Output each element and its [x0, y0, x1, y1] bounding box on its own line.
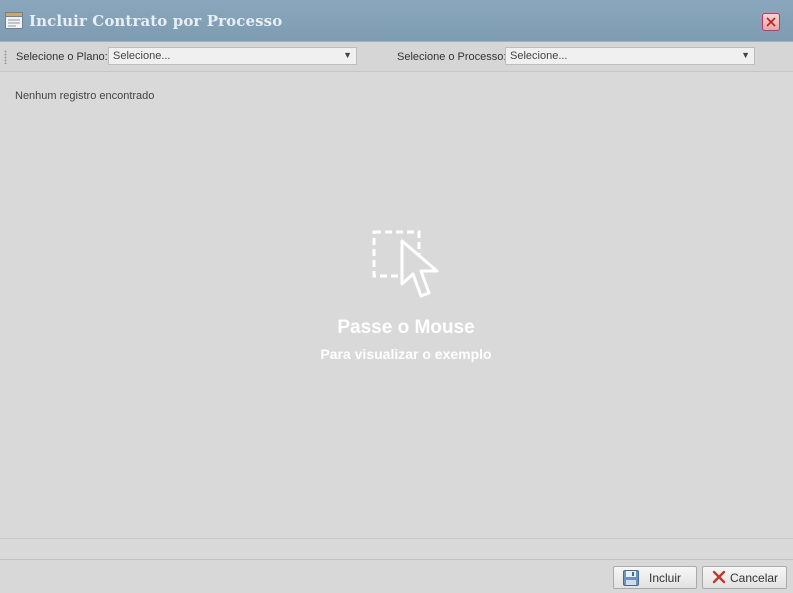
- grid-divider: [0, 538, 793, 539]
- dialog-footer: Incluir Cancelar: [0, 559, 793, 593]
- processo-label: Selecione o Processo:: [397, 51, 507, 63]
- processo-select[interactable]: Selecione... ▼: [505, 47, 755, 65]
- window-title: Incluir Contrato por Processo: [29, 12, 283, 30]
- plano-label: Selecione o Plano:: [16, 51, 108, 63]
- chevron-down-icon: ▼: [343, 50, 352, 60]
- processo-select-value: Selecione...: [510, 50, 568, 62]
- empty-grid-message: Nenhum registro encontrado: [15, 90, 155, 102]
- close-button[interactable]: [762, 13, 780, 31]
- window-icon: [5, 12, 23, 29]
- incluir-button-label: Incluir: [649, 571, 682, 585]
- incluir-button[interactable]: Incluir: [613, 566, 697, 589]
- plano-select[interactable]: Selecione... ▼: [108, 47, 357, 65]
- cancelar-button-label: Cancelar: [730, 571, 779, 585]
- save-icon: [623, 570, 639, 589]
- filter-toolbar: Selecione o Plano: Selecione... ▼ Seleci…: [0, 42, 793, 72]
- toolbar-grip-icon: [4, 50, 7, 64]
- cancel-x-icon: [712, 570, 726, 587]
- plano-select-value: Selecione...: [113, 50, 171, 62]
- hover-cursor-icon: [371, 229, 445, 306]
- hover-hint-subtitle: Para visualizar o exemplo: [320, 346, 492, 362]
- window-titlebar: Incluir Contrato por Processo: [0, 0, 793, 42]
- cancelar-button[interactable]: Cancelar: [702, 566, 787, 589]
- hover-hint-title: Passe o Mouse: [337, 317, 475, 338]
- chevron-down-icon: ▼: [741, 50, 750, 60]
- close-icon: [766, 17, 776, 27]
